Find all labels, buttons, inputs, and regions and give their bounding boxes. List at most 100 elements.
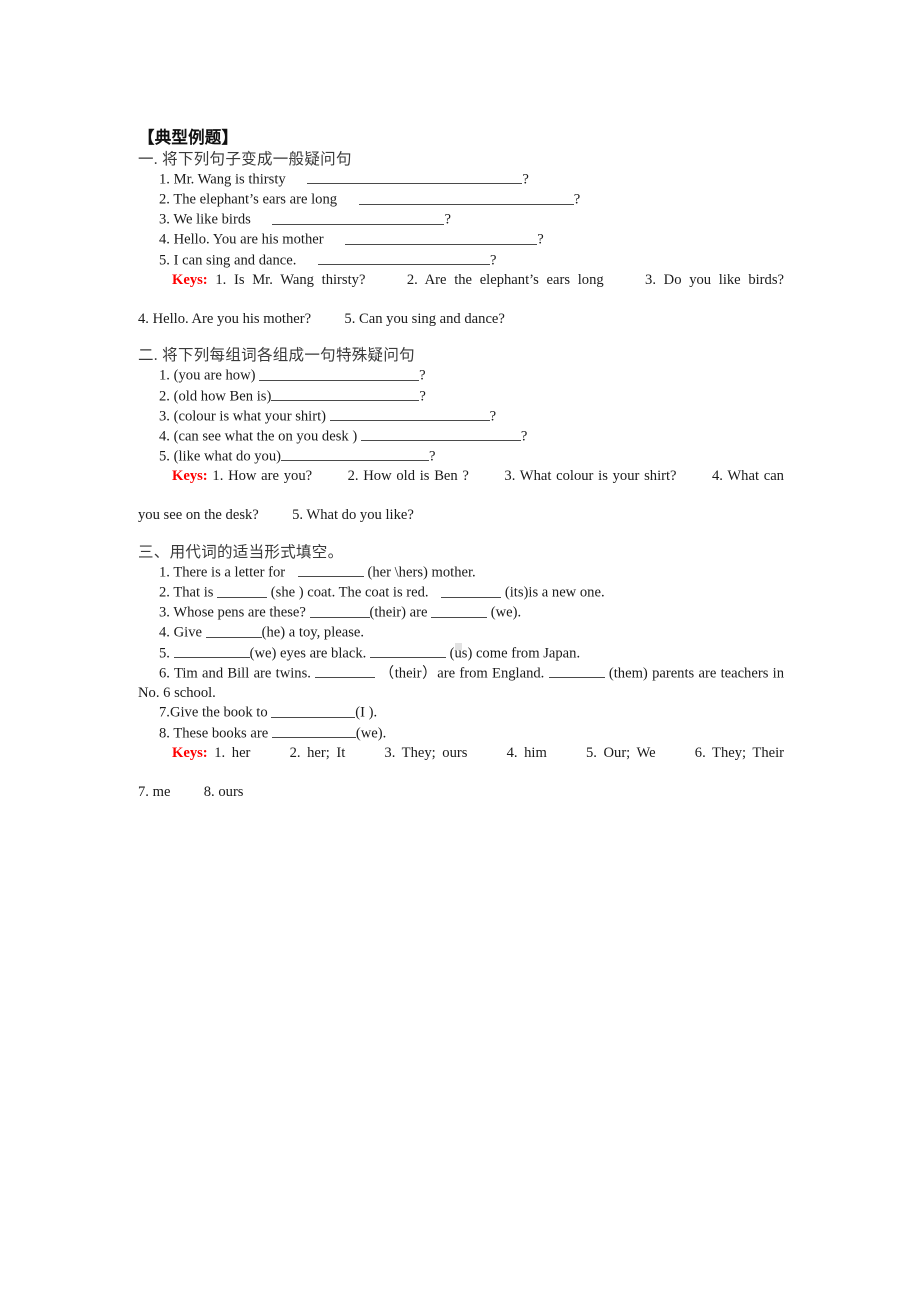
keys-answer: 3. Do you like birds? — [645, 271, 784, 288]
item-number: 5. — [159, 448, 170, 465]
item-tail: ? — [490, 252, 497, 269]
exercise-3-keys-cont: 7. me 8. ours — [138, 783, 784, 803]
document-content: 【典型例题】 一. 将下列句子变成一般疑问句 1. Mr. Wang is th… — [138, 128, 784, 802]
keys-answer: 1. her — [214, 744, 251, 761]
keys-answer: 8. ours — [203, 783, 244, 800]
answer-blank[interactable] — [329, 407, 490, 422]
answer-blank[interactable] — [315, 664, 376, 679]
exercise-1-item-3: 3. We like birds ? — [138, 210, 784, 230]
section-heading-2: 二. 将下列每组词各组成一句特殊疑问句 — [138, 347, 415, 365]
section-heading-3: 三、用代词的适当形式填空。 — [138, 543, 344, 561]
item-text: (colour is what your shirt) — [173, 408, 327, 425]
keys-answer: 6. They; Their — [694, 744, 785, 761]
item-number: 2. — [159, 388, 170, 405]
keys-answer: 3. They; ours — [384, 744, 468, 761]
answer-blank[interactable] — [271, 387, 420, 402]
item-number: 1. — [159, 171, 170, 188]
item-number: 5. — [159, 645, 170, 662]
item-tail: ? — [520, 428, 528, 445]
answer-blank[interactable] — [369, 644, 446, 658]
item-text: (its)is a new one. — [504, 584, 605, 601]
answer-blank[interactable] — [205, 623, 262, 638]
item-text: (like what do you) — [173, 448, 282, 465]
exercise-3-item-3: 3. Whose pens are these? (their) are (we… — [138, 603, 784, 623]
exercise-3-item-6: 6. Tim and Bill are twins. （their）are fr… — [138, 664, 784, 704]
item-number: 2. — [159, 584, 170, 601]
item-number: 4. — [159, 624, 170, 641]
answer-blank[interactable] — [360, 427, 521, 442]
exercise-3-item-8: 8. These books are (we). — [138, 724, 784, 744]
exercise-2-item-1: 1. (you are how) ? — [138, 366, 784, 386]
answer-blank[interactable] — [309, 603, 370, 618]
item-text: Hello. You are his mother — [173, 231, 324, 248]
keys-label: Keys: — [172, 744, 208, 761]
item-tail: ? — [522, 171, 529, 188]
item-text: (we). — [490, 604, 522, 621]
item-text: There is a letter for — [173, 564, 286, 581]
exercise-3-item-1: 1. There is a letter for (her \hers) mot… — [138, 563, 784, 583]
keys-answer-partial: you see on the desk? — [138, 507, 259, 524]
exercise-2-item-2: 2. (old how Ben is)? — [138, 387, 784, 407]
item-number: 3. — [159, 211, 170, 228]
answer-blank[interactable] — [548, 664, 605, 679]
item-number: 8. — [159, 725, 170, 742]
keys-answer: 5. Can you sing and dance? — [344, 310, 505, 327]
exercise-3-keys: Keys: 1. her 2. her; It 3. They; ours 4.… — [138, 744, 784, 783]
item-tail: ? — [489, 408, 497, 425]
item-text: （their）are from England. — [379, 665, 545, 682]
exercise-2-item-3: 3. (colour is what your shirt) ? — [138, 407, 784, 427]
answer-blank[interactable] — [271, 703, 356, 718]
item-tail: ? — [537, 231, 544, 248]
item-tail: ? — [429, 448, 436, 465]
item-tail: ? — [573, 191, 581, 208]
answer-blank[interactable] — [431, 603, 488, 618]
keys-answer-partial: 4. What can — [711, 468, 784, 485]
keys-answer: 2. Are the elephant’s ears long — [406, 271, 604, 288]
exercise-2-keys-cont: you see on the desk? 5. What do you like… — [138, 506, 784, 526]
keys-answer: 2. her; It — [289, 744, 346, 761]
answer-blank[interactable] — [271, 724, 356, 738]
keys-answer: 2. How old is Ben ? — [347, 468, 469, 485]
keys-label: Keys: — [172, 271, 208, 288]
exercise-3-item-4: 4. Give (he) a toy, please. — [138, 623, 784, 643]
document-page: 【典型例题】 一. 将下列句子变成一般疑问句 1. Mr. Wang is th… — [0, 0, 920, 1302]
keys-label: Keys: — [172, 468, 208, 485]
exercise-1-item-1: 1. Mr. Wang is thirsty ? — [138, 170, 784, 190]
item-number: 3. — [159, 604, 170, 621]
scan-artifact-mark — [455, 643, 462, 650]
answer-blank[interactable] — [307, 170, 523, 185]
answer-blank[interactable] — [272, 210, 445, 225]
answer-blank[interactable] — [441, 583, 502, 598]
answer-blank[interactable] — [173, 644, 250, 658]
answer-blank[interactable] — [217, 583, 268, 598]
answer-blank[interactable] — [345, 230, 538, 245]
item-number: 4. — [159, 428, 170, 445]
answer-blank[interactable] — [318, 251, 491, 265]
keys-answer: 3. What colour is your shirt? — [504, 468, 677, 485]
item-text: (us) come from Japan. — [449, 645, 581, 662]
keys-answer: 7. me — [138, 783, 171, 800]
item-number: 4. — [159, 231, 170, 248]
page-title: 【典型例题】 — [138, 129, 239, 147]
item-number: 3. — [159, 408, 170, 425]
section-heading-1: 一. 将下列句子变成一般疑问句 — [138, 151, 352, 168]
exercise-3-item-7: 7.Give the book to (I ). — [138, 703, 784, 723]
answer-blank[interactable] — [358, 190, 574, 205]
keys-answer: 5. What do you like? — [292, 507, 414, 524]
item-text: (he) a toy, please. — [261, 624, 365, 641]
exercise-3-item-2: 2. That is (she ) coat. The coat is red.… — [138, 583, 784, 603]
exercise-1-item-5: 5. I can sing and dance. ? — [138, 251, 784, 271]
answer-blank[interactable] — [297, 563, 364, 578]
item-text: (their) are — [369, 604, 428, 621]
item-text: (her \hers) mother. — [367, 564, 476, 581]
item-number: 1. — [159, 368, 170, 385]
answer-blank[interactable] — [259, 366, 420, 381]
exercise-2-item-5: 5. (like what do you)? — [138, 447, 784, 467]
keys-answer: 5. Our; We — [585, 744, 656, 761]
item-tail: ? — [419, 368, 426, 385]
answer-blank[interactable] — [281, 447, 430, 462]
item-text: (we). — [355, 725, 387, 742]
item-tail: ? — [444, 211, 451, 228]
